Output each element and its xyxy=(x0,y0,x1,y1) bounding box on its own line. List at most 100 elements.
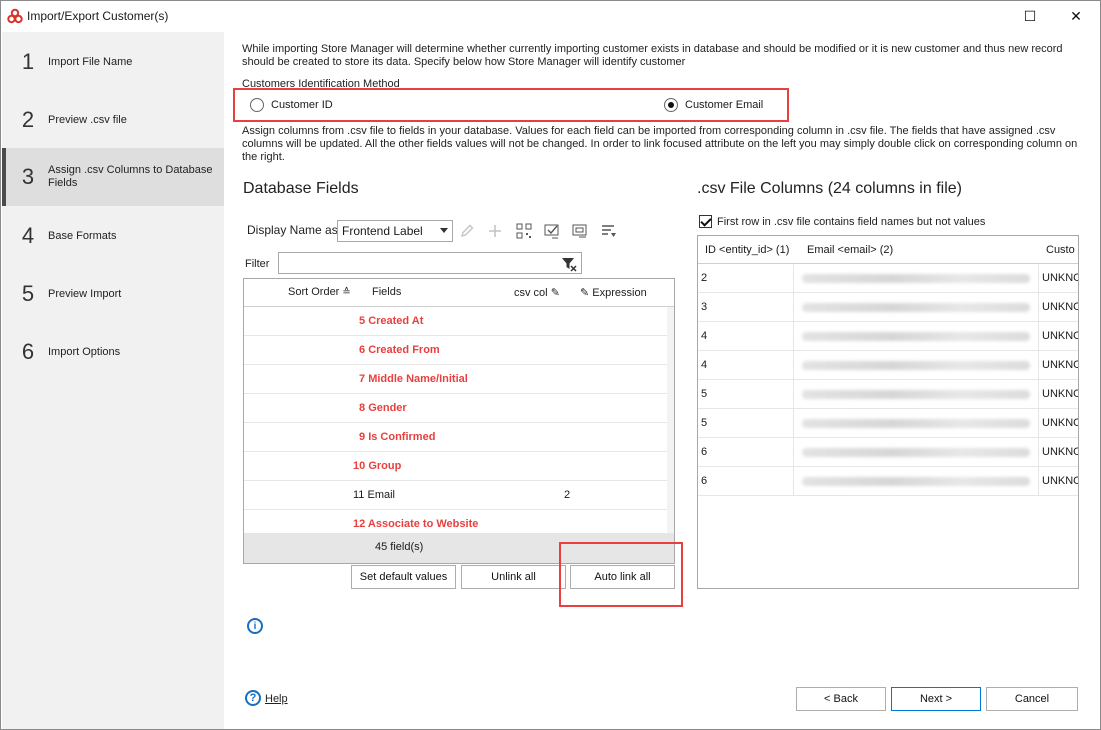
filter-label: Filter xyxy=(245,258,270,270)
unlink-all-button[interactable]: Unlink all xyxy=(461,565,566,589)
close-icon[interactable]: ✕ xyxy=(1053,1,1099,32)
step-import-file-name[interactable]: 1 Import File Name xyxy=(2,34,224,90)
table-row[interactable]: 5 UNKNO xyxy=(698,409,1078,438)
table-row[interactable]: 2 UNKNO xyxy=(698,264,1078,293)
wizard-steps-sidebar: 1 Import File Name 2 Preview .csv file 3… xyxy=(2,32,224,729)
cell-status: UNKNO xyxy=(1039,438,1078,467)
step-preview-import[interactable]: 5 Preview Import xyxy=(2,266,224,322)
table-row[interactable]: 4 UNKNO xyxy=(698,322,1078,351)
table-row[interactable]: 4 UNKNO xyxy=(698,351,1078,380)
help-link[interactable]: Help xyxy=(265,693,288,706)
csv-grid-header: ID <entity_id> (1) Email <email> (2) Cus… xyxy=(698,236,1078,264)
filter-list-icon[interactable] xyxy=(598,220,620,242)
step-import-options[interactable]: 6 Import Options xyxy=(2,324,224,380)
radio-circle[interactable] xyxy=(250,98,264,112)
table-row[interactable]: 6 UNKNO xyxy=(698,467,1078,496)
table-row[interactable]: 6 Created From xyxy=(244,336,668,365)
clear-filter-icon[interactable] xyxy=(561,256,577,272)
step-preview-csv[interactable]: 2 Preview .csv file xyxy=(2,92,224,148)
display-name-select[interactable]: Frontend Label xyxy=(337,220,453,242)
cell-status: UNKNO xyxy=(1039,409,1078,438)
table-row[interactable]: 11 Email 2 xyxy=(244,481,668,510)
info-icon[interactable]: i xyxy=(247,618,263,634)
main-content: While importing Store Manager will deter… xyxy=(224,32,1100,729)
column-header-fields[interactable]: Fields xyxy=(372,286,401,298)
radio-circle-selected[interactable] xyxy=(664,98,678,112)
auto-link-highlight-box xyxy=(559,542,683,607)
field-name: 8 Gender xyxy=(359,402,407,414)
cell-email-redacted xyxy=(794,467,1039,496)
field-name: 9 Is Confirmed xyxy=(359,431,436,443)
radio-customer-id[interactable]: Customer ID xyxy=(250,98,333,112)
maximize-icon[interactable]: ☐ xyxy=(1007,1,1053,32)
step-number: 2 xyxy=(21,107,35,132)
table-row[interactable]: 10 Group xyxy=(244,452,668,481)
step-label: Assign .csv Columns to Database Fields xyxy=(48,164,213,189)
link-checked-icon[interactable] xyxy=(541,220,563,242)
cell-id: 5 xyxy=(698,409,794,438)
cell-status: UNKNO xyxy=(1039,322,1078,351)
qr-grid-icon[interactable] xyxy=(513,220,535,242)
filter-input[interactable] xyxy=(278,252,582,274)
cell-status: UNKNO xyxy=(1039,293,1078,322)
unlink-icon[interactable] xyxy=(569,220,591,242)
table-row[interactable]: 6 UNKNO xyxy=(698,438,1078,467)
cell-email-redacted xyxy=(794,322,1039,351)
next-button[interactable]: Next > xyxy=(891,687,981,711)
table-row[interactable]: 5 UNKNO xyxy=(698,380,1078,409)
column-header-customer[interactable]: Custo xyxy=(1046,244,1075,256)
field-name: 7 Middle Name/Initial xyxy=(359,373,468,385)
field-count: 45 field(s) xyxy=(375,541,424,553)
column-header-email[interactable]: Email <email> (2) xyxy=(807,244,893,256)
step-label: Preview Import xyxy=(48,287,122,300)
field-name: 6 Created From xyxy=(359,344,440,356)
first-row-label: First row in .csv file contains field na… xyxy=(717,216,986,228)
intro-text: While importing Store Manager will deter… xyxy=(242,43,1063,68)
table-row[interactable]: 7 Middle Name/Initial xyxy=(244,365,668,394)
help-icon[interactable]: ? xyxy=(245,690,261,706)
cell-id: 2 xyxy=(698,264,794,293)
title-bar: Import/Export Customer(s) ☐ ✕ xyxy=(1,1,1100,32)
table-row[interactable]: 3 UNKNO xyxy=(698,293,1078,322)
step-number: 5 xyxy=(21,281,35,306)
back-button[interactable]: < Back xyxy=(796,687,886,711)
cell-email-redacted xyxy=(794,438,1039,467)
table-row[interactable]: 5 Created At xyxy=(244,307,668,336)
radio-customer-email[interactable]: Customer Email xyxy=(664,98,763,112)
column-header-expression[interactable]: ✎ Expression xyxy=(580,286,647,299)
vertical-scrollbar[interactable] xyxy=(667,307,674,534)
field-name: 12 Associate to Website xyxy=(353,518,479,530)
field-name: 5 Created At xyxy=(359,315,424,327)
pencil-icon: ✎ xyxy=(580,287,590,299)
edit-pencil-icon[interactable] xyxy=(456,220,478,242)
step-base-formats[interactable]: 4 Base Formats xyxy=(2,208,224,264)
set-default-values-button[interactable]: Set default values xyxy=(351,565,456,589)
csv-col-value: 2 xyxy=(564,489,571,501)
window-title: Import/Export Customer(s) xyxy=(27,9,169,23)
first-row-checkbox[interactable] xyxy=(699,215,712,228)
radio-label: Customer Email xyxy=(685,99,764,111)
table-row[interactable]: 8 Gender xyxy=(244,394,668,423)
cell-email-redacted xyxy=(794,380,1039,409)
cell-status: UNKNO xyxy=(1039,264,1078,293)
step-label: Import Options xyxy=(48,345,121,358)
column-header-csv-col[interactable]: csv col ✎ xyxy=(514,286,560,299)
cancel-button[interactable]: Cancel xyxy=(986,687,1078,711)
chevron-down-icon xyxy=(440,228,448,233)
display-name-label: Display Name as xyxy=(247,223,338,237)
cell-id: 6 xyxy=(698,467,794,496)
add-plus-icon[interactable] xyxy=(484,220,506,242)
cell-id: 5 xyxy=(698,380,794,409)
cell-id: 6 xyxy=(698,438,794,467)
cell-id: 3 xyxy=(698,293,794,322)
step-label: Preview .csv file xyxy=(48,113,127,126)
cell-email-redacted xyxy=(794,409,1039,438)
cell-status: UNKNO xyxy=(1039,467,1078,496)
column-header-sort-order[interactable]: Sort Order ≙ xyxy=(288,286,351,298)
import-export-window: Import/Export Customer(s) ☐ ✕ 1 Import F… xyxy=(0,0,1101,730)
pencil-icon: ✎ xyxy=(550,287,560,299)
step-assign-columns[interactable]: 3 Assign .csv Columns to Database Fields xyxy=(2,148,224,206)
sort-icon: ≙ xyxy=(342,287,351,298)
table-row[interactable]: 9 Is Confirmed xyxy=(244,423,668,452)
column-header-entity-id[interactable]: ID <entity_id> (1) xyxy=(705,244,789,256)
